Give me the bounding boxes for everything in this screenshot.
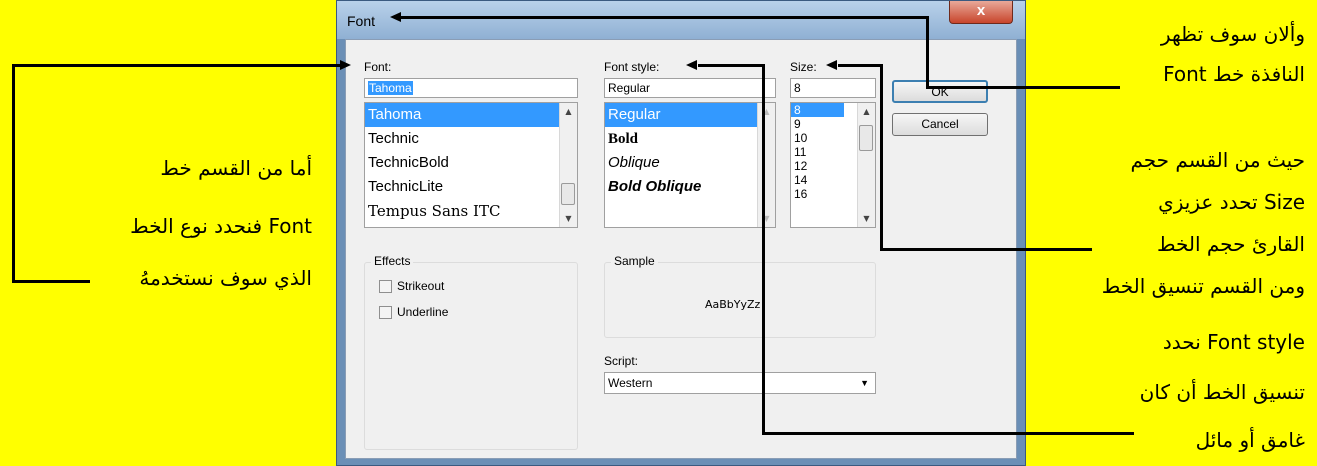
- scroll-down-icon[interactable]: ▼: [758, 210, 775, 227]
- note-right-2: النافذة خط Font: [1163, 62, 1305, 86]
- scroll-down-icon[interactable]: ▼: [560, 210, 577, 227]
- arrow-left-icon: [390, 12, 401, 22]
- note-right-7: Font style نحدد: [1162, 330, 1305, 354]
- connector-line: [926, 16, 929, 88]
- strikeout-checkbox[interactable]: [379, 280, 392, 293]
- size-label: Size:: [790, 60, 817, 74]
- chevron-down-icon[interactable]: ▼: [860, 373, 869, 393]
- strikeout-label[interactable]: Strikeout: [397, 279, 444, 293]
- note-right-6: ومن القسم تنسيق الخط: [1101, 274, 1305, 298]
- size-list-item[interactable]: 9: [791, 117, 844, 131]
- note-right-8: تنسيق الخط أن كان: [1139, 380, 1305, 404]
- size-input[interactable]: 8: [790, 78, 876, 98]
- connector-line: [880, 64, 883, 250]
- ok-button[interactable]: OK: [892, 80, 988, 103]
- underline-checkbox[interactable]: [379, 306, 392, 319]
- font-style-scrollbar[interactable]: ▲ ▼: [757, 103, 775, 227]
- font-style-input[interactable]: Regular: [604, 78, 776, 98]
- note-right-1: وألان سوف تظهر: [1160, 22, 1305, 46]
- note-left-2: Font فنحدد نوع الخط: [130, 214, 312, 238]
- size-list-scrollbar[interactable]: ▲ ▼: [857, 103, 875, 227]
- connector-line: [880, 248, 1092, 251]
- sample-group: Sample AaBbYyZz: [604, 254, 876, 338]
- scroll-thumb[interactable]: [561, 183, 575, 205]
- sample-label: Sample: [611, 254, 658, 268]
- connector-line: [762, 432, 1134, 435]
- arrow-right-icon: [340, 60, 351, 70]
- font-dialog: Font x Font: Tahoma Tahoma Technic Technic…: [336, 0, 1026, 466]
- script-select-value: Western: [608, 376, 653, 390]
- connector-line: [400, 16, 928, 19]
- note-right-4: Size تحدد عزيزي: [1158, 190, 1305, 214]
- size-list[interactable]: 8 9 10 11 12 14 16 ▲ ▼: [790, 102, 876, 228]
- note-right-9: غامق أو مائل: [1195, 428, 1305, 452]
- font-style-label: Font style:: [604, 60, 660, 74]
- scroll-up-icon[interactable]: ▲: [758, 103, 775, 120]
- script-label: Script:: [604, 354, 639, 368]
- scroll-down-icon[interactable]: ▼: [858, 210, 875, 227]
- connector-line: [838, 64, 882, 67]
- title-bar[interactable]: Font x: [337, 1, 1025, 39]
- arrow-left-icon: [826, 60, 837, 70]
- font-style-list-item[interactable]: Bold Oblique: [605, 175, 775, 199]
- scroll-thumb[interactable]: [859, 125, 873, 151]
- connector-line: [762, 64, 765, 434]
- font-input[interactable]: Tahoma: [364, 78, 578, 98]
- size-list-item[interactable]: 10: [791, 131, 844, 145]
- font-list[interactable]: Tahoma Technic TechnicBold TechnicLite Tempu…: [364, 102, 578, 228]
- scroll-up-icon[interactable]: ▲: [560, 103, 577, 120]
- connector-line: [926, 86, 1120, 89]
- font-label: Font:: [364, 60, 392, 74]
- font-input-value: Tahoma: [368, 81, 413, 95]
- effects-group: Effects Strikeout Underline: [364, 254, 578, 450]
- note-left-1: أما من القسم خط: [160, 156, 312, 180]
- font-list-item[interactable]: TechnicBold: [365, 151, 577, 175]
- scroll-up-icon[interactable]: ▲: [858, 103, 875, 120]
- connector-line: [12, 280, 90, 283]
- connector-line: [12, 64, 342, 67]
- size-list-item[interactable]: 11: [791, 145, 844, 159]
- font-style-list[interactable]: Regular Bold Oblique Bold Oblique ▲ ▼: [604, 102, 776, 228]
- size-list-item[interactable]: 16: [791, 187, 844, 201]
- font-list-item[interactable]: Tahoma: [365, 103, 577, 127]
- font-style-list-item[interactable]: Bold: [605, 127, 775, 151]
- cancel-button[interactable]: Cancel: [892, 113, 988, 136]
- size-list-item[interactable]: 12: [791, 159, 844, 173]
- effects-label: Effects: [371, 254, 414, 268]
- arrow-left-icon: [686, 60, 697, 70]
- close-button[interactable]: x: [949, 1, 1013, 24]
- script-select[interactable]: Western ▼: [604, 372, 876, 394]
- connector-line: [12, 64, 15, 282]
- font-list-item[interactable]: Tempus Sans ITC: [365, 199, 577, 223]
- connector-line: [698, 64, 764, 67]
- note-right-3: حيث من القسم حجم: [1130, 148, 1305, 172]
- font-list-scrollbar[interactable]: ▲ ▼: [559, 103, 577, 227]
- font-list-item[interactable]: TechnicLite: [365, 175, 577, 199]
- font-style-list-item[interactable]: Oblique: [605, 151, 775, 175]
- underline-label[interactable]: Underline: [397, 305, 448, 319]
- window-title: Font: [347, 13, 376, 29]
- note-left-3: الذي سوف نستخدمهُ: [139, 266, 312, 290]
- sample-text: AaBbYyZz: [705, 298, 761, 311]
- font-list-item[interactable]: Technic: [365, 127, 577, 151]
- size-list-item[interactable]: 8: [791, 103, 844, 117]
- font-style-list-item[interactable]: Regular: [605, 103, 775, 127]
- size-list-item[interactable]: 14: [791, 173, 844, 187]
- note-right-5: القارئ حجم الخط: [1156, 232, 1305, 256]
